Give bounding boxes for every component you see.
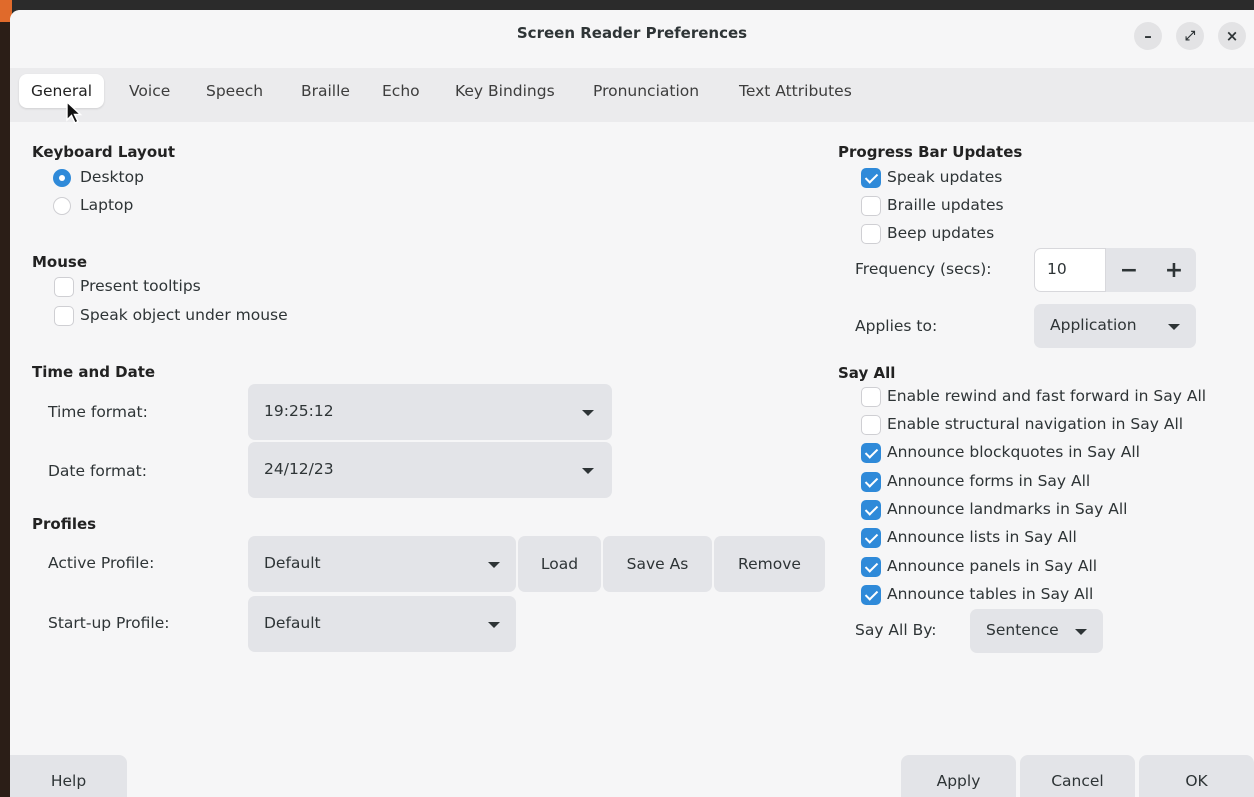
plus-icon: +	[1164, 257, 1184, 283]
speak-object-label[interactable]: Speak object under mouse	[80, 306, 288, 324]
cancel-button[interactable]: Cancel	[1020, 755, 1135, 797]
profiles-heading: Profiles	[32, 515, 97, 533]
laptop-label[interactable]: Laptop	[80, 196, 133, 214]
maximize-icon: ⤢	[1184, 28, 1196, 44]
close-button[interactable]: ×	[1218, 22, 1246, 50]
braille-updates-checkbox[interactable]	[861, 196, 881, 216]
minimize-button[interactable]: –	[1134, 22, 1162, 50]
panels-label[interactable]: Announce panels in Say All	[887, 557, 1097, 575]
date-format-label: Date format:	[48, 462, 147, 480]
desktop-radio[interactable]	[53, 169, 71, 187]
landmarks-checkbox[interactable]	[861, 500, 881, 520]
desktop-label[interactable]: Desktop	[80, 168, 144, 186]
tables-label[interactable]: Announce tables in Say All	[887, 585, 1093, 603]
frequency-label: Frequency (secs):	[855, 260, 992, 278]
apply-button[interactable]: Apply	[901, 755, 1016, 797]
general-panel: Keyboard Layout Desktop Laptop Mouse Pre…	[10, 122, 1254, 797]
startup-profile-label: Start-up Profile:	[48, 614, 170, 632]
tab-speech[interactable]: Speech	[194, 74, 275, 108]
titlebar: Screen Reader Preferences – ⤢ ×	[10, 10, 1254, 58]
tab-voice[interactable]: Voice	[117, 74, 182, 108]
tab-text-attributes[interactable]: Text Attributes	[727, 74, 864, 108]
frequency-value: 10	[1047, 260, 1067, 278]
say-all-heading: Say All	[838, 364, 896, 382]
present-tooltips-label[interactable]: Present tooltips	[80, 277, 201, 295]
blockquotes-checkbox[interactable]	[861, 443, 881, 463]
tab-pronunciation[interactable]: Pronunciation	[581, 74, 711, 108]
mouse-pointer-icon	[66, 100, 83, 124]
tab-key-bindings[interactable]: Key Bindings	[443, 74, 567, 108]
chevron-down-icon	[1168, 324, 1180, 330]
startup-profile-dropdown[interactable]: Default	[248, 596, 516, 652]
panels-checkbox[interactable]	[861, 557, 881, 577]
progress-heading: Progress Bar Updates	[838, 143, 1023, 161]
time-format-dropdown[interactable]: 19:25:12	[248, 384, 612, 440]
time-date-heading: Time and Date	[32, 363, 156, 381]
lists-label[interactable]: Announce lists in Say All	[887, 528, 1077, 546]
forms-label[interactable]: Announce forms in Say All	[887, 472, 1090, 490]
active-profile-dropdown[interactable]: Default	[248, 536, 516, 592]
tab-braille[interactable]: Braille	[289, 74, 362, 108]
beep-updates-checkbox[interactable]	[861, 224, 881, 244]
maximize-button[interactable]: ⤢	[1176, 22, 1204, 50]
date-format-dropdown[interactable]: 24/12/23	[248, 442, 612, 498]
blockquotes-label[interactable]: Announce blockquotes in Say All	[887, 443, 1140, 461]
mouse-heading: Mouse	[32, 253, 88, 271]
structural-nav-checkbox[interactable]	[861, 415, 881, 435]
minus-icon: −	[1119, 257, 1139, 283]
chevron-down-icon	[582, 468, 594, 474]
frequency-input[interactable]: 10	[1034, 248, 1106, 292]
speak-updates-label[interactable]: Speak updates	[887, 168, 1002, 186]
present-tooltips-checkbox[interactable]	[54, 277, 74, 297]
tab-bar: General Voice Speech Braille Echo Key Bi…	[10, 68, 1254, 122]
active-profile-value: Default	[264, 554, 321, 572]
speak-updates-checkbox[interactable]	[861, 168, 881, 188]
startup-profile-value: Default	[264, 614, 321, 632]
chevron-down-icon	[488, 622, 500, 628]
rewind-checkbox[interactable]	[861, 387, 881, 407]
say-all-by-value: Sentence	[986, 621, 1059, 639]
frequency-increment-button[interactable]: +	[1152, 248, 1196, 292]
date-format-value: 24/12/23	[264, 460, 334, 478]
chevron-down-icon	[582, 410, 594, 416]
load-button[interactable]: Load	[518, 536, 601, 592]
frequency-decrement-button[interactable]: −	[1106, 248, 1152, 292]
forms-checkbox[interactable]	[861, 472, 881, 492]
ok-button[interactable]: OK	[1139, 755, 1254, 797]
speak-object-checkbox[interactable]	[54, 306, 74, 326]
tab-echo[interactable]: Echo	[370, 74, 432, 108]
braille-updates-label[interactable]: Braille updates	[887, 196, 1004, 214]
laptop-radio[interactable]	[53, 197, 71, 215]
help-button[interactable]: Help	[10, 755, 127, 797]
tables-checkbox[interactable]	[861, 585, 881, 605]
time-format-value: 19:25:12	[264, 402, 334, 420]
close-icon: ×	[1225, 27, 1239, 45]
applies-to-value: Application	[1050, 316, 1137, 334]
beep-updates-label[interactable]: Beep updates	[887, 224, 994, 242]
say-all-by-label: Say All By:	[855, 621, 937, 639]
chevron-down-icon	[488, 562, 500, 568]
chevron-down-icon	[1075, 629, 1087, 635]
say-all-by-dropdown[interactable]: Sentence	[970, 609, 1103, 653]
save-as-button[interactable]: Save As	[603, 536, 712, 592]
preferences-window: Screen Reader Preferences – ⤢ × General …	[10, 10, 1254, 797]
rewind-label[interactable]: Enable rewind and fast forward in Say Al…	[887, 387, 1206, 405]
remove-button[interactable]: Remove	[714, 536, 825, 592]
landmarks-label[interactable]: Announce landmarks in Say All	[887, 500, 1128, 518]
time-format-label: Time format:	[48, 403, 148, 421]
tab-general[interactable]: General	[19, 74, 105, 108]
active-profile-label: Active Profile:	[48, 554, 155, 572]
window-title: Screen Reader Preferences	[516, 24, 748, 42]
minimize-icon: –	[1144, 27, 1152, 45]
applies-to-dropdown[interactable]: Application	[1034, 304, 1196, 348]
lists-checkbox[interactable]	[861, 528, 881, 548]
keyboard-layout-heading: Keyboard Layout	[32, 143, 175, 161]
applies-to-label: Applies to:	[855, 317, 938, 335]
structural-nav-label[interactable]: Enable structural navigation in Say All	[887, 415, 1183, 433]
